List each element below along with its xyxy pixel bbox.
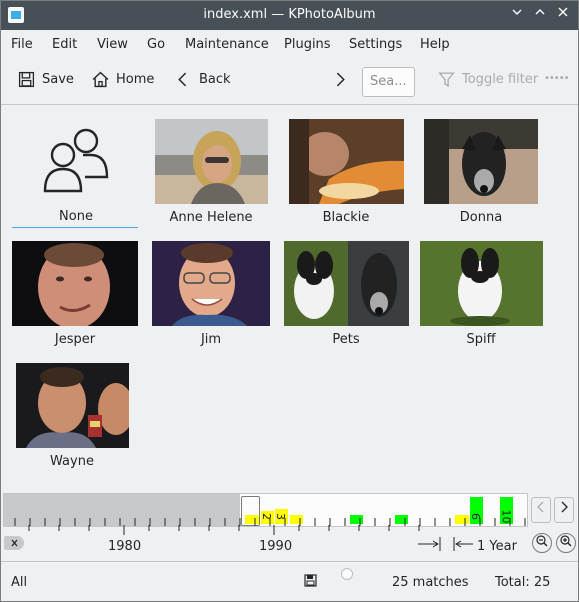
photo-jim: [152, 241, 270, 326]
zoom-in-button[interactable]: [556, 533, 576, 553]
minimize-icon[interactable]: [508, 6, 526, 24]
browser-item-jim[interactable]: Jim: [144, 241, 278, 347]
toolbar: Save Home Back Sea... Toggle filter ••••…: [1, 59, 578, 105]
photo-wayne: [15, 363, 129, 448]
selection-underline: [12, 227, 138, 228]
toggle-filter-label: Toggle filter: [462, 72, 539, 87]
date-bar: 2 3 6 10 1980 1990 1 Year: [3, 493, 576, 557]
menu-edit[interactable]: Edit: [52, 37, 77, 52]
people-browser: None Anne Helene Blackie Donna Jesper Ji…: [3, 107, 577, 491]
people-icon: [43, 128, 109, 193]
browser-item-label: Anne Helene: [169, 210, 253, 225]
menu-plugins[interactable]: Plugins: [284, 37, 331, 52]
range-width-icon: [418, 537, 473, 551]
menu-view[interactable]: View: [97, 37, 128, 52]
photo-donna: [424, 119, 538, 204]
browser-item-label: Jim: [200, 332, 222, 347]
photo-anne-helene: [154, 119, 268, 204]
browser-item-label: Spiff: [466, 332, 496, 347]
more-icon[interactable]: •••••: [544, 73, 569, 84]
chevron-left-icon: [537, 501, 544, 513]
back-label: Back: [199, 72, 231, 87]
browser-item-label: Jesper: [54, 332, 96, 347]
browser-item-none[interactable]: None: [13, 119, 139, 224]
browser-item-anne-helene[interactable]: Anne Helene: [144, 119, 278, 225]
save-status-icon: [304, 574, 317, 591]
maximize-icon[interactable]: [531, 6, 549, 24]
axis-ticks: [28, 525, 420, 535]
menu-bar: File Edit View Go Maintenance Plugins Se…: [1, 30, 578, 59]
photo-blackie: [288, 119, 404, 204]
menu-settings[interactable]: Settings: [349, 37, 402, 52]
range-width-label: 1 Year: [477, 539, 517, 554]
status-total: Total: 25: [495, 575, 551, 590]
filter-icon: [438, 72, 455, 88]
zoom-in-icon: [560, 535, 572, 547]
date-histogram[interactable]: 2 3 6 10: [3, 493, 528, 527]
clear-selection-button[interactable]: [4, 536, 24, 550]
browser-item-blackie[interactable]: Blackie: [279, 119, 413, 225]
chevron-right-icon: [561, 501, 568, 513]
axis-label-1990: 1990: [259, 539, 293, 554]
browser-item-label: Pets: [332, 332, 360, 347]
chevron-right-icon: [336, 72, 345, 87]
save-label: Save: [42, 72, 74, 87]
clear-icon: [11, 539, 18, 547]
browser-item-jesper[interactable]: Jesper: [8, 241, 142, 347]
save-button[interactable]: Save: [18, 71, 74, 88]
axis-label-1980: 1980: [108, 539, 142, 554]
status-matches: 25 matches: [392, 575, 469, 590]
timeline-prev-button[interactable]: [531, 497, 551, 523]
menu-file[interactable]: File: [11, 37, 33, 52]
home-label: Home: [116, 72, 155, 87]
close-icon[interactable]: [554, 6, 572, 24]
home-button[interactable]: Home: [92, 71, 154, 88]
home-icon: [92, 71, 109, 88]
status-bar: All 25 matches Total: 25: [1, 561, 578, 601]
main-window: index.xml — KPhotoAlbum File Edit View G…: [0, 0, 579, 602]
toggle-filter-button[interactable]: Toggle filter: [438, 71, 538, 88]
photo-jesper: [12, 241, 138, 326]
browser-item-pets[interactable]: Pets: [279, 241, 413, 347]
browser-item-donna[interactable]: Donna: [414, 119, 548, 225]
forward-button[interactable]: [331, 71, 348, 88]
browser-item-wayne[interactable]: Wayne: [9, 363, 135, 469]
back-button[interactable]: Back: [175, 71, 231, 88]
search-input[interactable]: Sea...: [362, 67, 415, 97]
photo-spiff: [419, 241, 543, 326]
save-icon: [18, 71, 35, 88]
chevron-left-icon: [178, 72, 187, 87]
status-scope: All: [11, 575, 28, 590]
menu-help[interactable]: Help: [420, 37, 450, 52]
progress-indicator-icon: [340, 567, 354, 585]
menu-maintenance[interactable]: Maintenance: [185, 37, 269, 52]
browser-item-label: Donna: [459, 210, 503, 225]
browser-item-label: None: [59, 209, 93, 224]
timeline-next-button[interactable]: [554, 497, 574, 523]
title-bar: index.xml — KPhotoAlbum: [1, 1, 578, 30]
browser-item-label: Blackie: [322, 210, 370, 225]
window-title: index.xml — KPhotoAlbum: [203, 7, 376, 22]
browser-item-spiff[interactable]: Spiff: [414, 241, 548, 347]
zoom-out-button[interactable]: [532, 533, 552, 553]
browser-item-label: Wayne: [50, 454, 94, 469]
zoom-out-icon: [536, 535, 548, 547]
menu-go[interactable]: Go: [147, 37, 165, 52]
photo-pets: [283, 241, 409, 326]
